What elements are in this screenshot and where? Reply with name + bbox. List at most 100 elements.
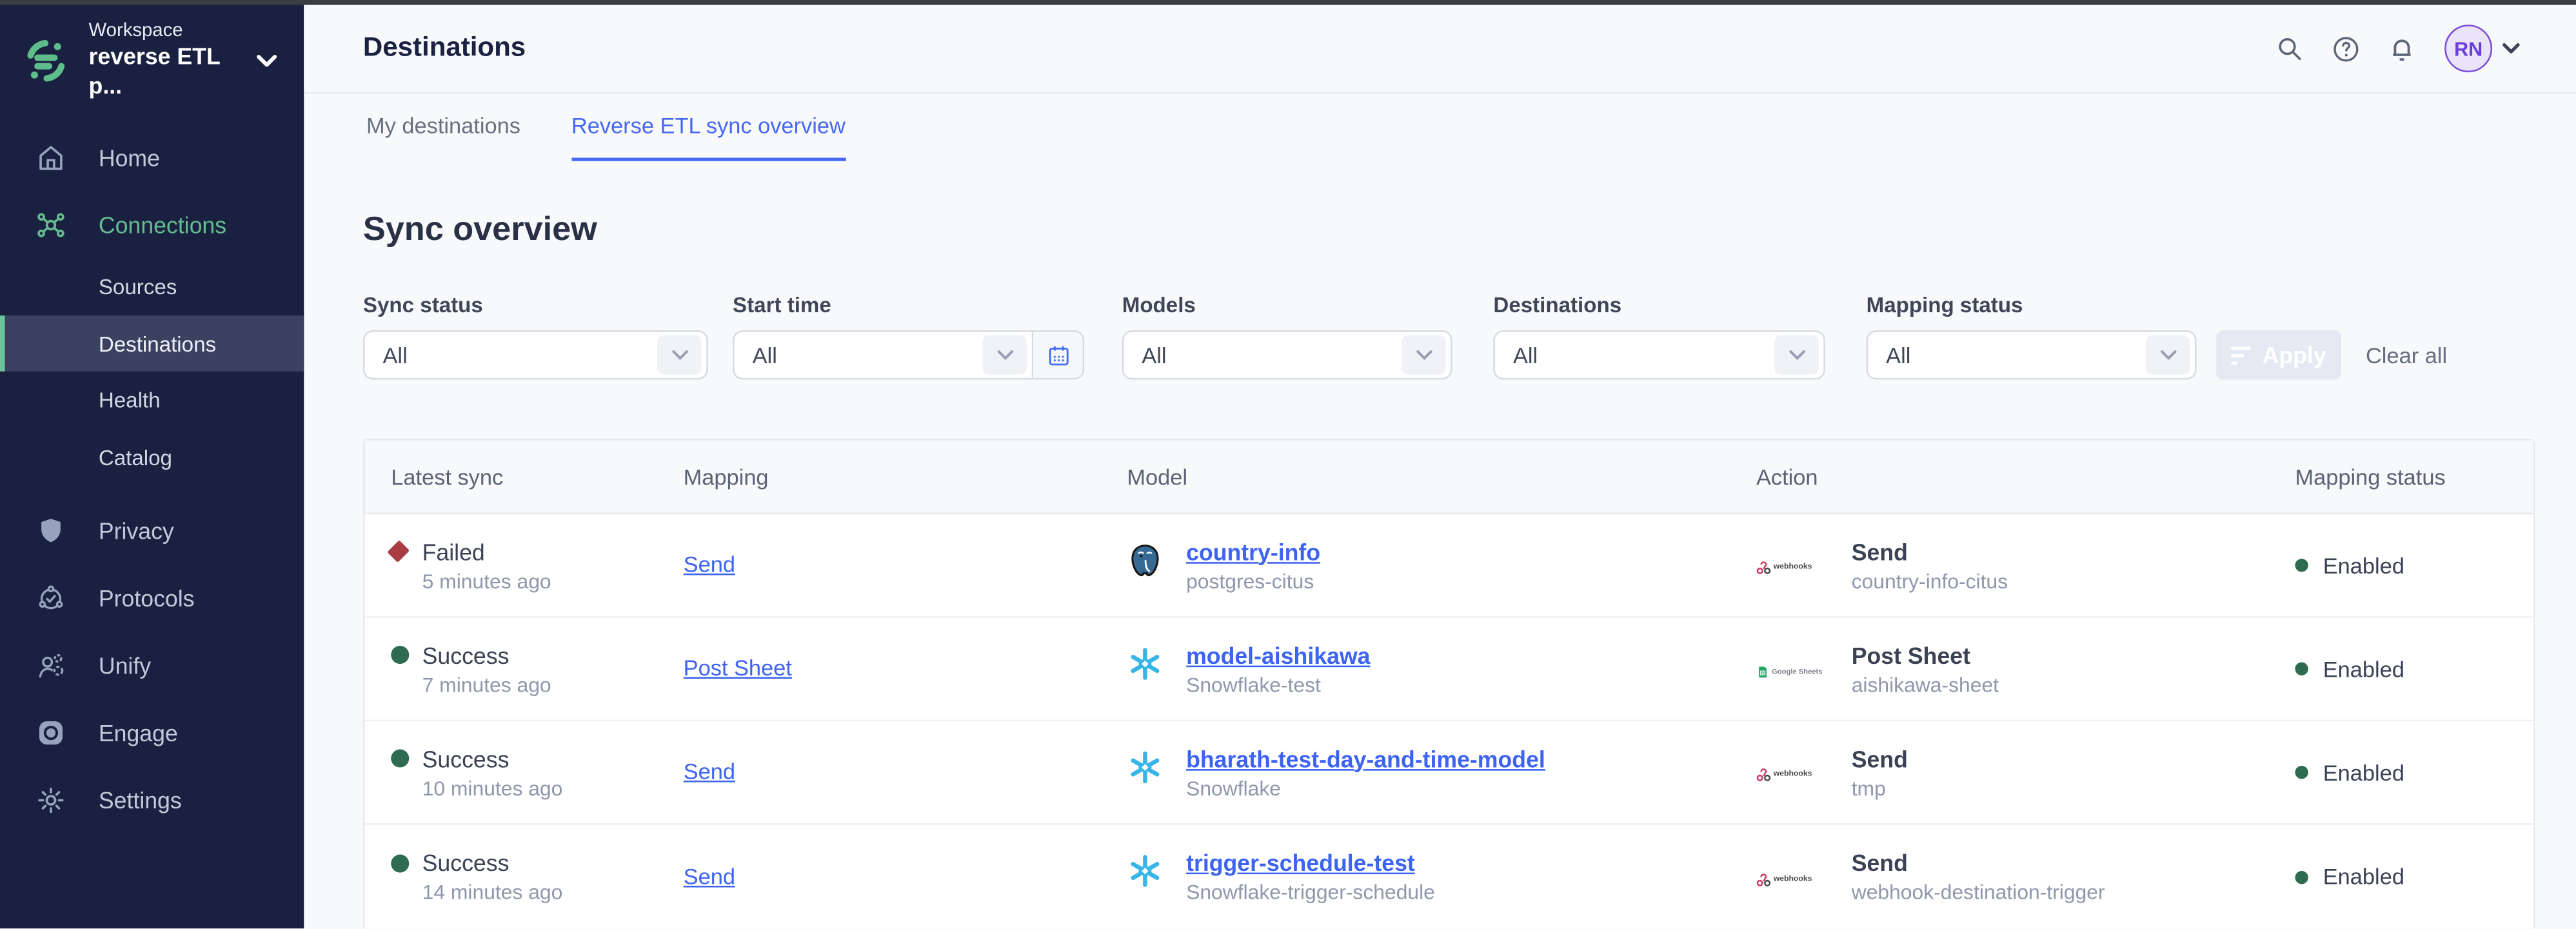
sync-status-select[interactable]: All bbox=[363, 330, 708, 379]
sidebar-item-settings[interactable]: Settings bbox=[0, 766, 304, 834]
sidebar-item-destinations[interactable]: Destinations bbox=[0, 315, 304, 372]
action-destination: tmp bbox=[1852, 777, 1908, 800]
table-row: Success 7 minutes ago Post Sheet bbox=[364, 618, 2533, 721]
rudderstack-logo-icon bbox=[21, 35, 70, 85]
sidebar-item-label: Home bbox=[99, 145, 160, 171]
workspace-chevron-down-icon bbox=[257, 54, 278, 66]
filter-label-sync-status: Sync status bbox=[363, 292, 708, 317]
success-status-icon bbox=[391, 854, 409, 872]
sync-time: 10 minutes ago bbox=[422, 777, 684, 800]
enabled-status-dot bbox=[2295, 663, 2308, 675]
mapping-link[interactable]: Send bbox=[684, 552, 735, 577]
help-icon[interactable] bbox=[2330, 32, 2363, 65]
action-cell: webhooks Send webhook-destination-trigge… bbox=[1756, 850, 2295, 904]
model-source: postgres-citus bbox=[1186, 570, 1320, 593]
sidebar-item-engage[interactable]: Engage bbox=[0, 699, 304, 766]
topbar: Destinations bbox=[304, 5, 2576, 94]
notifications-bell-icon[interactable] bbox=[2386, 32, 2419, 65]
chevron-down-icon bbox=[1774, 335, 1819, 375]
mapping-link[interactable]: Post Sheet bbox=[684, 655, 792, 680]
sidebar-item-home[interactable]: Home bbox=[0, 124, 304, 191]
model-link[interactable]: bharath-test-day-and-time-model bbox=[1186, 745, 1545, 772]
search-icon[interactable] bbox=[2274, 32, 2306, 65]
avatar[interactable]: RN bbox=[2444, 25, 2492, 72]
sidebar-item-label: Privacy bbox=[99, 517, 174, 544]
window-top-strip bbox=[0, 0, 2576, 5]
model-link[interactable]: trigger-schedule-test bbox=[1186, 850, 1435, 876]
page-title: Sync overview bbox=[363, 210, 2576, 250]
destinations-value: All bbox=[1513, 343, 1774, 367]
workspace-name: reverse ETL p... bbox=[89, 43, 257, 101]
mapping-cell: Send bbox=[684, 862, 1127, 892]
table-row: Failed 5 minutes ago Send country-in bbox=[364, 514, 2533, 617]
clear-all-link[interactable]: Clear all bbox=[2366, 343, 2447, 368]
column-header-model: Model bbox=[1127, 464, 1756, 489]
sidebar-item-protocols[interactable]: Protocols bbox=[0, 564, 304, 632]
action-cell: Google Sheets Post Sheet aishikawa-sheet bbox=[1756, 642, 2295, 696]
start-time-select[interactable]: All bbox=[733, 330, 1084, 379]
models-value: All bbox=[1142, 343, 1401, 367]
chevron-down-icon bbox=[2146, 335, 2190, 375]
action-destination: webhook-destination-trigger bbox=[1852, 881, 2105, 904]
webhooks-icon: webhooks bbox=[1756, 543, 1828, 592]
start-time-value: All bbox=[753, 343, 983, 367]
action-destination: aishikawa-sheet bbox=[1852, 673, 1999, 696]
engage-icon bbox=[34, 716, 67, 749]
sidebar-item-label: Settings bbox=[99, 787, 182, 814]
tab-reverse-etl-sync-overview[interactable]: Reverse ETL sync overview bbox=[571, 114, 846, 161]
sync-time: 14 minutes ago bbox=[422, 881, 684, 904]
sync-status-text: Success bbox=[422, 850, 510, 876]
mapping-status-text: Enabled bbox=[2323, 760, 2404, 784]
model-source: Snowflake bbox=[1186, 777, 1545, 800]
model-cell: model-aishikawa Snowflake-test bbox=[1127, 642, 1756, 696]
sidebar-subitem-label: Sources bbox=[99, 275, 177, 299]
filter-bar: Sync status All Start time All bbox=[363, 292, 2535, 379]
sync-time: 5 minutes ago bbox=[422, 570, 684, 593]
mapping-status-text: Enabled bbox=[2323, 553, 2404, 577]
chevron-down-icon bbox=[657, 335, 702, 375]
shield-icon bbox=[34, 514, 67, 547]
sidebar-item-connections[interactable]: Connections bbox=[0, 191, 304, 258]
sync-status-text: Failed bbox=[422, 538, 485, 564]
destinations-select[interactable]: All bbox=[1493, 330, 1825, 379]
enabled-status-dot bbox=[2295, 870, 2308, 883]
workspace-label: Workspace bbox=[89, 20, 257, 44]
model-source: Snowflake-trigger-schedule bbox=[1186, 881, 1435, 904]
account-chevron-down-icon[interactable] bbox=[2502, 43, 2520, 54]
mapping-cell: Send bbox=[684, 757, 1127, 787]
tab-my-destinations[interactable]: My destinations bbox=[366, 114, 520, 161]
action-title: Post Sheet bbox=[1852, 642, 1999, 668]
apply-button[interactable]: Apply bbox=[2216, 330, 2341, 379]
column-header-mapping-status: Mapping status bbox=[2295, 464, 2533, 489]
mapping-link[interactable]: Send bbox=[684, 864, 735, 888]
column-header-mapping: Mapping bbox=[684, 464, 1127, 489]
model-cell: bharath-test-day-and-time-model Snowflak… bbox=[1127, 745, 1756, 799]
connections-icon bbox=[34, 208, 67, 241]
sidebar-item-privacy[interactable]: Privacy bbox=[0, 497, 304, 564]
sidebar-item-sources[interactable]: Sources bbox=[0, 259, 304, 315]
filter-icon bbox=[2231, 346, 2251, 364]
calendar-icon[interactable] bbox=[1032, 332, 1083, 378]
app-window: Workspace reverse ETL p... Home bbox=[0, 0, 2576, 929]
mapping-status-text: Enabled bbox=[2323, 657, 2404, 681]
latest-sync-cell: Success 7 minutes ago bbox=[391, 642, 683, 696]
mapping-status-select[interactable]: All bbox=[1867, 330, 2197, 379]
success-status-icon bbox=[391, 750, 409, 768]
sidebar-item-unify[interactable]: Unify bbox=[0, 632, 304, 699]
sidebar-item-label: Connections bbox=[99, 212, 226, 238]
success-status-icon bbox=[391, 646, 409, 664]
mapping-status-cell: Enabled bbox=[2295, 864, 2533, 889]
mapping-status-cell: Enabled bbox=[2295, 553, 2533, 577]
action-title: Send bbox=[1852, 538, 2008, 564]
sync-time: 7 minutes ago bbox=[422, 673, 684, 696]
model-link[interactable]: model-aishikawa bbox=[1186, 642, 1370, 668]
sidebar-item-catalog[interactable]: Catalog bbox=[0, 429, 304, 486]
workspace-switcher[interactable]: Workspace reverse ETL p... bbox=[0, 5, 304, 114]
mapping-link[interactable]: Send bbox=[684, 759, 735, 784]
tab-bar: My destinations Reverse ETL sync overvie… bbox=[366, 114, 2576, 161]
table-row: Success 10 minutes ago Send bbox=[364, 721, 2533, 824]
model-link[interactable]: country-info bbox=[1186, 538, 1320, 564]
models-select[interactable]: All bbox=[1122, 330, 1452, 379]
gear-icon bbox=[34, 784, 67, 817]
sidebar-item-health[interactable]: Health bbox=[0, 372, 304, 429]
